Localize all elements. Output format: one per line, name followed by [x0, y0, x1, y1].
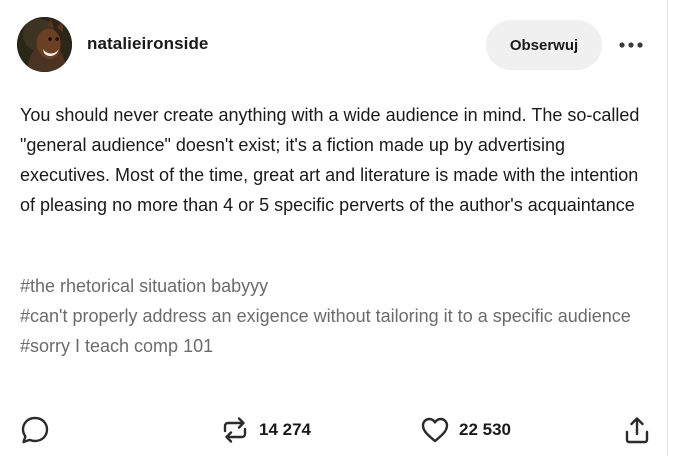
- like-button[interactable]: 22 530: [420, 413, 511, 447]
- speech-bubble-icon: [21, 416, 49, 444]
- ellipsis-icon: [619, 42, 643, 48]
- post-body-text: You should never create anything with a …: [20, 105, 640, 215]
- follow-button[interactable]: Obserwuj: [486, 20, 602, 70]
- reblog-icon: [223, 417, 247, 443]
- share-button[interactable]: [620, 413, 654, 447]
- tag-link[interactable]: #can't properly address an exigence with…: [20, 301, 645, 331]
- reblog-button[interactable]: 14 274: [220, 413, 311, 447]
- avatar-image: [17, 17, 72, 72]
- post-footer: 14 274 22 530: [0, 404, 668, 454]
- avatar[interactable]: [17, 17, 72, 72]
- author-username[interactable]: natalieironside: [87, 34, 208, 54]
- reblog-count: 14 274: [259, 420, 311, 439]
- share-icon: [625, 417, 649, 444]
- heart-icon: [421, 417, 449, 443]
- post-tags: #the rhetorical situation babyyy #can't …: [20, 271, 645, 361]
- post-card: natalieironside Obserwuj You should neve…: [0, 0, 668, 456]
- tag-link[interactable]: #sorry I teach comp 101: [20, 331, 645, 361]
- like-count: 22 530: [459, 420, 511, 439]
- post-header: natalieironside Obserwuj: [0, 0, 668, 90]
- more-options-button[interactable]: [612, 30, 650, 60]
- reply-button[interactable]: [18, 413, 52, 447]
- tag-link[interactable]: #the rhetorical situation babyyy: [20, 271, 645, 301]
